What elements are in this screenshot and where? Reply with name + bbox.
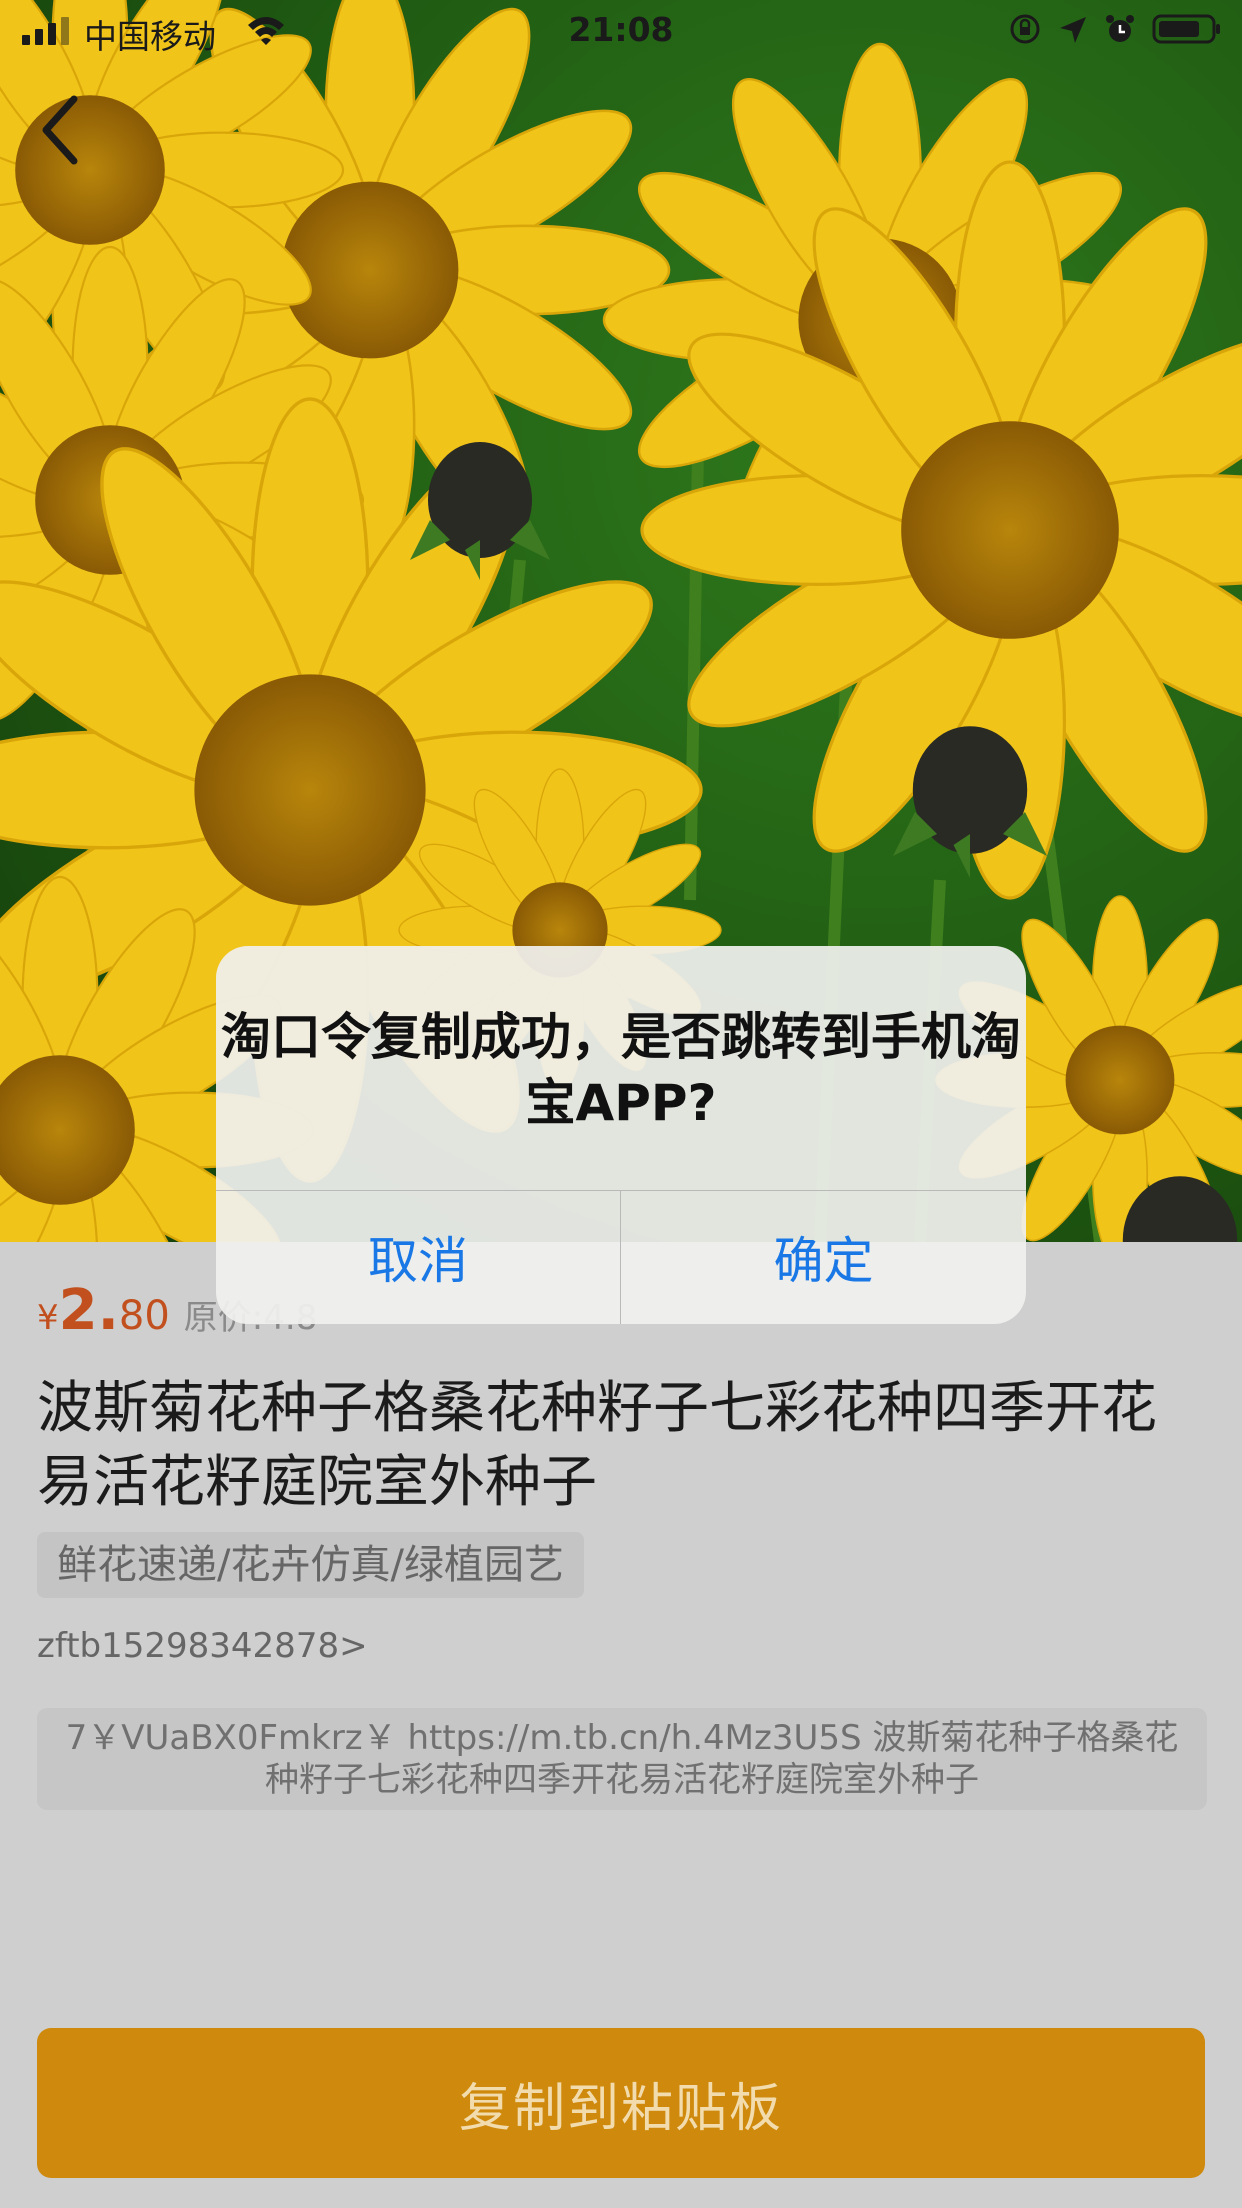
orientation-lock-icon	[1008, 12, 1042, 54]
product-title: 波斯菊花种子格桑花种籽子七彩花种四季开花易活花籽庭院室外种子	[37, 1376, 1157, 1515]
status-bar: 中国移动 21:08	[0, 0, 1242, 60]
back-button[interactable]	[30, 90, 90, 170]
price-decimal: 80	[118, 1293, 170, 1339]
price-integer: 2.	[58, 1278, 119, 1343]
battery-icon	[1152, 13, 1222, 53]
chevron-left-icon	[42, 95, 78, 165]
dialog-message: 淘口令复制成功，是否跳转到手机淘宝APP?	[221, 1008, 1021, 1132]
confirm-button[interactable]: 确定	[621, 1190, 1026, 1324]
taobao-token-text[interactable]: 7￥VUaBX0Fmkrz￥ https://m.tb.cn/h.4Mz3U5S…	[37, 1708, 1207, 1810]
price-currency: ¥	[37, 1298, 59, 1338]
location-arrow-icon	[1058, 14, 1088, 53]
alert-dialog: 淘口令复制成功，是否跳转到手机淘宝APP? 取消 确定	[216, 946, 1026, 1324]
user-id-label: zftb15298342878>	[37, 1626, 368, 1666]
copy-to-clipboard-button[interactable]: 复制到粘贴板	[37, 2028, 1205, 2178]
alarm-clock-icon	[1104, 13, 1136, 53]
category-tag: 鲜花速递/花卉仿真/绿植园艺	[37, 1532, 584, 1598]
cancel-button[interactable]: 取消	[216, 1190, 620, 1324]
